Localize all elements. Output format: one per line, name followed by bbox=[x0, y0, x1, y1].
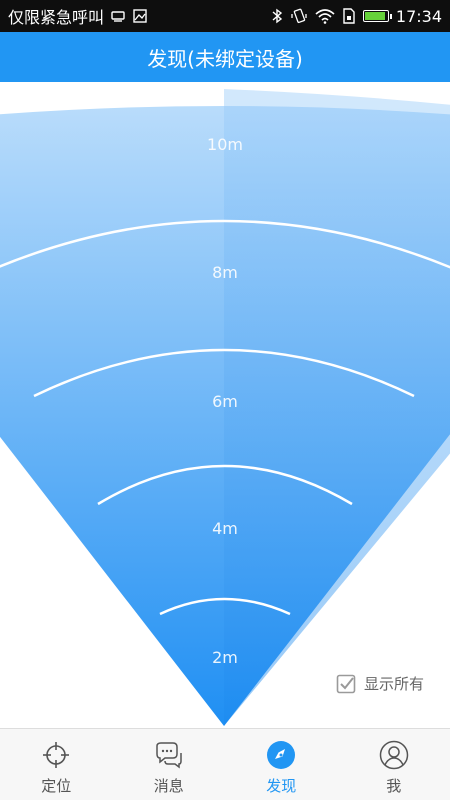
show-all-label: 显示所有 bbox=[364, 675, 425, 693]
nav-item-discover[interactable]: 发现 bbox=[225, 729, 338, 800]
battery-icon bbox=[362, 10, 392, 22]
compass-icon bbox=[265, 739, 297, 771]
page-title: 发现(未绑定设备) bbox=[147, 46, 303, 71]
nav-label: 定位 bbox=[41, 777, 72, 795]
nav-label: 发现 bbox=[266, 777, 297, 795]
header: 发现(未绑定设备) bbox=[0, 32, 450, 82]
radar-sector-right bbox=[224, 89, 450, 726]
ring-label-4m: 4m bbox=[212, 519, 238, 538]
image-icon bbox=[132, 8, 148, 24]
bluetooth-icon bbox=[271, 8, 283, 24]
status-left: 仅限紧急呼叫 bbox=[8, 4, 148, 28]
ring-label-8m: 8m bbox=[212, 263, 238, 282]
wifi-icon bbox=[315, 8, 335, 24]
radar-view: 10m 8m 6m 4m 2m bbox=[0, 82, 450, 728]
ring-label-6m: 6m bbox=[212, 392, 238, 411]
ring-label-10m: 10m bbox=[207, 135, 243, 154]
nav-item-locate[interactable]: 定位 bbox=[0, 729, 113, 800]
status-bar: 仅限紧急呼叫 17:34 bbox=[0, 0, 450, 32]
checkbox-checked-icon[interactable] bbox=[336, 674, 356, 694]
nav-label: 消息 bbox=[153, 777, 184, 795]
status-emergency-text: 仅限紧急呼叫 bbox=[8, 8, 105, 27]
crosshair-icon bbox=[40, 739, 72, 771]
vibrate-icon bbox=[290, 8, 308, 24]
nav-item-me[interactable]: 我 bbox=[338, 729, 450, 800]
bottom-nav: 定位 消息 发现 我 bbox=[0, 728, 450, 800]
user-icon bbox=[378, 739, 410, 771]
status-right: 17:34 bbox=[271, 7, 442, 26]
ring-label-2m: 2m bbox=[212, 648, 238, 667]
nav-label: 我 bbox=[386, 777, 402, 795]
show-all-toggle[interactable]: 显示所有 bbox=[336, 673, 424, 694]
sim-card-icon bbox=[342, 8, 356, 24]
sim-icon bbox=[110, 9, 126, 23]
nav-item-messages[interactable]: 消息 bbox=[113, 729, 226, 800]
status-time: 17:34 bbox=[395, 6, 442, 26]
chat-icon bbox=[153, 739, 185, 771]
